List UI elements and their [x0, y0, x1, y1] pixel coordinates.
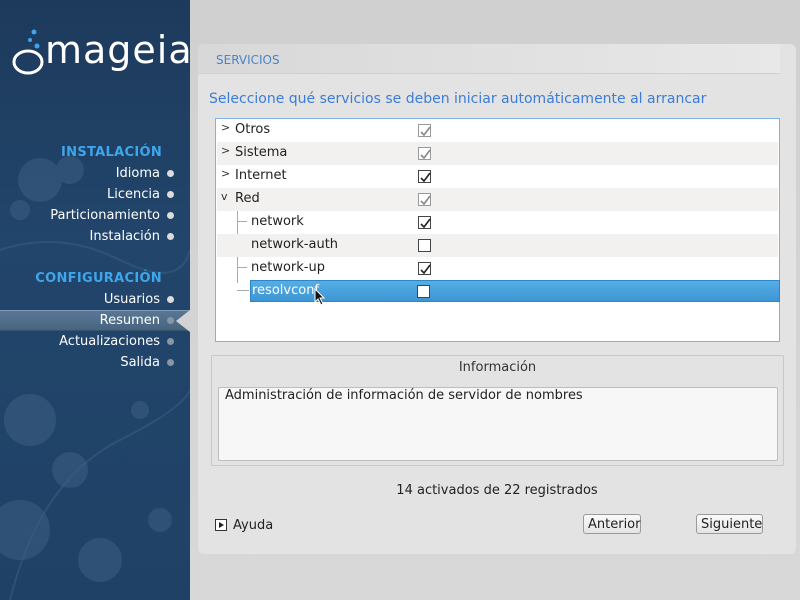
expand-triangle-icon[interactable]	[215, 519, 227, 531]
info-group: Información Administración de informació…	[211, 355, 784, 466]
step-done-icon	[167, 233, 174, 240]
nav-item-idioma: Idioma	[115, 166, 160, 181]
step-done-icon	[167, 170, 174, 177]
brand-name: mageia	[45, 28, 190, 72]
help-label[interactable]: Ayuda	[233, 518, 273, 533]
nav-item-instalacion: Instalación	[89, 229, 160, 244]
page-title: SERVICIOS	[216, 53, 280, 67]
previous-button[interactable]: Anterior	[583, 514, 641, 534]
expand-arrow-icon[interactable]: >	[221, 144, 231, 157]
step-pending-icon	[167, 359, 174, 366]
tree-row-internet[interactable]: > Internet	[217, 165, 778, 188]
help-toggle[interactable]: Ayuda	[215, 516, 273, 534]
step-done-icon	[167, 296, 174, 303]
tree-row-label: Internet	[235, 168, 287, 183]
title-strip: SERVICIOS	[198, 44, 780, 74]
services-panel: SERVICIOS Seleccione qué servicios se de…	[198, 44, 796, 554]
step-done-icon	[167, 212, 174, 219]
section-heading-installation: INSTALACIÓN	[61, 145, 162, 160]
step-pending-icon	[167, 338, 174, 345]
active-step-highlight	[0, 310, 190, 331]
service-checkbox[interactable]	[418, 170, 431, 183]
info-description: Administración de información de servido…	[225, 388, 583, 403]
service-checkbox[interactable]	[418, 193, 431, 206]
nav-item-particionamiento: Particionamiento	[50, 208, 160, 223]
service-checkbox[interactable]	[418, 124, 431, 137]
tree-row-network-auth[interactable]: network-auth	[217, 234, 778, 257]
services-count-status: 14 activados de 22 registrados	[396, 483, 598, 498]
section-heading-configuration: CONFIGURACIÓN	[35, 271, 162, 286]
expand-arrow-icon[interactable]: >	[221, 121, 231, 134]
next-button[interactable]: Siguiente	[696, 514, 763, 534]
tree-row-network[interactable]: network	[217, 211, 778, 234]
instruction-text: Seleccione qué servicios se deben inicia…	[209, 91, 707, 107]
nav-item-salida: Salida	[120, 355, 160, 370]
collapse-arrow-icon[interactable]: v	[221, 190, 231, 203]
info-description-box: Administración de información de servido…	[218, 387, 778, 461]
active-pointer-icon	[176, 310, 190, 332]
tree-row-label: Sistema	[235, 145, 288, 160]
nav-item-resumen: Resumen	[99, 313, 160, 328]
tree-row-label: Otros	[235, 122, 271, 137]
tree-row-resolvconf-selected[interactable]: resolvconf	[250, 280, 780, 302]
service-checkbox[interactable]	[418, 147, 431, 160]
service-checkbox[interactable]	[418, 239, 431, 252]
service-checkbox[interactable]	[418, 262, 431, 275]
flower-decoration-icon	[0, 156, 190, 600]
tree-row-red[interactable]: v Red	[217, 188, 778, 211]
nav-item-licencia: Licencia	[107, 187, 160, 202]
step-done-icon	[167, 191, 174, 198]
tree-row-label: network	[251, 214, 304, 229]
step-current-icon	[167, 317, 174, 324]
tree-row-sistema[interactable]: > Sistema	[217, 142, 778, 165]
info-title: Información	[458, 360, 537, 375]
sidebar: mageia INSTALACIÓN Idioma Licencia Parti…	[0, 0, 190, 600]
tree-row-otros[interactable]: > Otros	[217, 119, 778, 142]
tree-row-label: Red	[235, 191, 260, 206]
services-tree[interactable]: > Otros > Sistema > Internet v Red netwo…	[215, 118, 780, 342]
nav-item-usuarios: Usuarios	[103, 292, 160, 307]
service-checkbox[interactable]	[417, 285, 430, 298]
tree-row-label: network-auth	[251, 237, 339, 252]
expand-arrow-icon[interactable]: >	[221, 167, 231, 180]
mouse-cursor-icon	[314, 288, 326, 306]
tree-line	[237, 290, 249, 291]
tree-row-label: network-up	[251, 260, 325, 275]
tree-row-label: resolvconf	[252, 283, 320, 298]
nav-item-actualizaciones: Actualizaciones	[59, 334, 160, 349]
service-checkbox[interactable]	[418, 216, 431, 229]
tree-row-network-up[interactable]: network-up	[217, 257, 778, 280]
